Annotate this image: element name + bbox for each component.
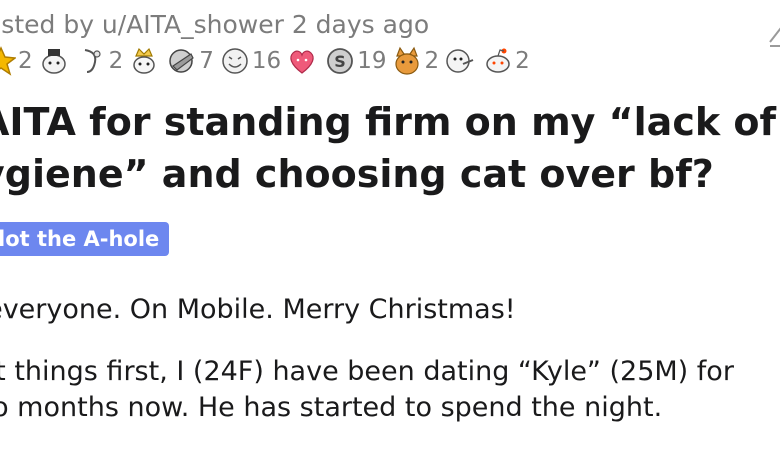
laughing-face-award-icon bbox=[222, 48, 248, 74]
awards-bar: 2 2 7 16 S 19 2 2 bbox=[0, 42, 536, 80]
award-snoo[interactable]: 2 bbox=[483, 46, 530, 76]
post-title[interactable]: AITA for standing firm on my “lack of yg… bbox=[0, 96, 780, 200]
award-crown-doge[interactable] bbox=[129, 46, 161, 76]
award-gold-star[interactable]: 2 bbox=[0, 46, 33, 76]
post-flair[interactable]: lot the A-hole bbox=[0, 222, 170, 256]
body-paragraph-2-line-2: wo months now. He has started to spend t… bbox=[0, 392, 663, 423]
cat-award-icon bbox=[395, 46, 420, 75]
post-meta: osted by u/AITA_shower 2 days ago bbox=[0, 10, 430, 39]
award-pointing-face[interactable] bbox=[445, 46, 477, 76]
chef-kiss-award-icon bbox=[84, 49, 101, 73]
edit-icon[interactable] bbox=[768, 18, 780, 48]
silver-coin-award-icon: S bbox=[327, 48, 354, 74]
crown-doge-award-icon bbox=[133, 47, 156, 74]
pointing-face-award-icon bbox=[446, 49, 474, 73]
post-title-line-2: ygiene” and choosing cat over bf? bbox=[0, 152, 714, 196]
award-silver-coin[interactable]: S 19 bbox=[325, 46, 386, 76]
award-heart-face[interactable] bbox=[287, 46, 319, 76]
facepalm-award-icon bbox=[169, 49, 195, 73]
doge-award-icon bbox=[41, 49, 66, 74]
award-cat[interactable]: 2 bbox=[392, 46, 439, 76]
gold-star-award-icon bbox=[0, 46, 16, 76]
heart-face-award-icon bbox=[290, 50, 314, 74]
award-chef-kiss[interactable]: 2 bbox=[77, 46, 123, 76]
award-facepalm[interactable]: 7 bbox=[167, 46, 214, 76]
body-paragraph-1: i everyone. On Mobile. Merry Christmas! bbox=[0, 294, 516, 325]
body-paragraph-2: rst things first, I (24F) have been dati… bbox=[0, 354, 780, 426]
post-body: i everyone. On Mobile. Merry Christmas! … bbox=[0, 292, 780, 426]
award-laughing-face[interactable]: 16 bbox=[220, 46, 281, 76]
svg-text:S: S bbox=[334, 52, 346, 71]
award-doge[interactable] bbox=[39, 46, 71, 76]
post-title-line-1: AITA for standing firm on my “lack of bbox=[0, 100, 776, 144]
snoo-award-icon bbox=[486, 48, 510, 73]
body-paragraph-2-line-1: rst things first, I (24F) have been dati… bbox=[0, 356, 734, 387]
